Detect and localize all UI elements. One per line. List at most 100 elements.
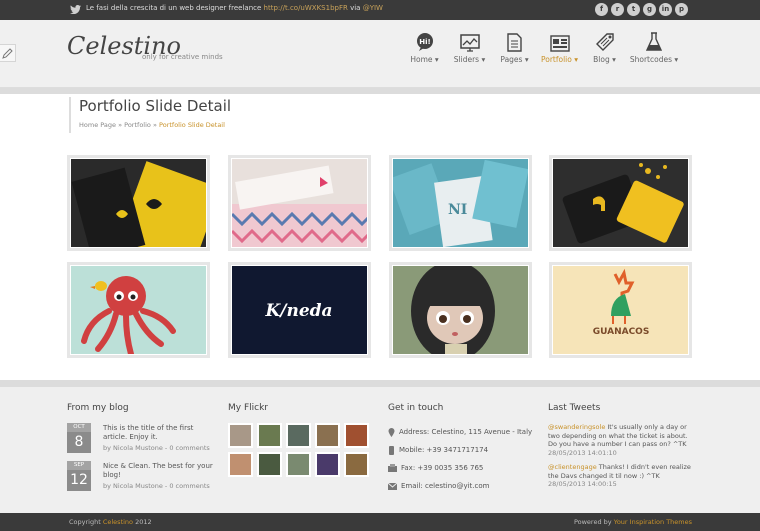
header: Celestino only for creative minds Hi! Ho… [0,20,760,88]
thumbnail-image [71,159,206,247]
footer-blog-title: From my blog [67,403,129,413]
guanacos-logo-text: GUANACOS [593,327,650,337]
tweet-user-link[interactable]: @clientengage [548,463,597,471]
post-date: SEP 12 [67,461,91,491]
footer-flickr-title: My Flickr [228,403,268,413]
footer-tweets: Last Tweets @swanderingsole It's usually… [548,403,693,495]
portfolio-item-doll-girl[interactable] [389,262,532,358]
page-heading: Portfolio Slide Detail Home Page » Portf… [69,97,231,133]
tweet-handle-link[interactable]: @YIW [363,4,383,12]
footer-contact-title: Get in touch [388,403,444,413]
twitter-icon[interactable]: t [627,3,640,16]
pinterest-icon[interactable]: p [675,3,688,16]
portfolio-icon [549,35,570,52]
site-tagline: only for creative minds [142,53,223,61]
post-day: 12 [70,472,88,488]
powered-by-text: Powered by Your Inspiration Themes [573,518,692,526]
contact-fax: Fax: +39 0035 356 765 [388,459,532,477]
top-tweet: Le fasi della crescita di un web designe… [86,4,383,12]
flickr-photo[interactable] [257,423,282,448]
post-title[interactable]: Nice & Clean. The best for your blog! [103,462,213,479]
portfolio-item-guanacos-logo[interactable]: GUANACOS [549,262,692,358]
contact-mobile: Mobile: +39 3471717174 [388,441,532,459]
main-nav: Hi! Home ▾ Sliders ▾ Pages ▾ Portfolio ▾… [402,30,681,86]
google-plus-icon[interactable]: g [643,3,656,16]
thumbnail-image [71,266,206,354]
contact-email: Email: celestino@yit.com [388,477,532,495]
flickr-photo[interactable] [228,423,253,448]
flickr-photo[interactable] [315,452,340,477]
phone-icon [389,445,394,455]
footer-tweets-title: Last Tweets [548,403,601,413]
portfolio-item-kineda-logo[interactable]: K/neda [228,262,371,358]
thumbnail-image [232,159,367,247]
nav-shortcodes[interactable]: Shortcodes ▾ [627,30,681,64]
thumbnail-image: GUANACOS [553,266,688,354]
map-pin-icon [388,427,395,437]
nav-blog[interactable]: Blog ▾ [582,30,627,64]
copyright-brand-link[interactable]: Celestino [103,518,133,526]
portfolio-item-blue-nautical-cards[interactable]: NI [389,155,532,251]
side-panel-toggle[interactable] [0,44,16,62]
post-date: OCT 8 [67,423,91,453]
thumbnail-image [553,159,688,247]
copyright-text: Copyright Celestino 2012 [69,518,152,526]
portfolio-item-pink-pattern-cards[interactable] [228,155,371,251]
flickr-photo[interactable] [286,452,311,477]
post-month: SEP [67,461,91,470]
rss-icon[interactable]: r [611,3,624,16]
flickr-photo[interactable] [315,423,340,448]
nav-blog-label: Blog ▾ [593,55,616,64]
mail-icon [388,482,397,490]
flickr-photo[interactable] [286,423,311,448]
top-bar: Le fasi della crescita di un web designe… [0,0,760,20]
breadcrumb: Home Page » Portfolio » Portfolio Slide … [79,121,231,129]
flask-icon [646,32,662,51]
tweet-user-link[interactable]: @swanderingsole [548,423,605,431]
breadcrumb-portfolio[interactable]: Portfolio [124,121,151,129]
linkedin-icon[interactable]: in [659,3,672,16]
nav-home[interactable]: Hi! Home ▾ [402,30,447,64]
speech-bubble-icon: Hi! [416,33,433,51]
post-month: OCT [67,423,91,432]
facebook-icon[interactable]: f [595,3,608,16]
footer-divider [0,380,760,387]
portfolio-item-black-yellow-cards[interactable] [67,155,210,251]
kineda-logo-text: K/neda [264,301,332,321]
nav-sliders-label: Sliders ▾ [453,55,486,64]
post-meta: by Nicola Mustone - 0 comments [103,444,210,452]
flickr-photo[interactable] [228,452,253,477]
breadcrumb-home[interactable]: Home Page [79,121,116,129]
tweet-item: @clientengage Thanks! I didn't even real… [548,463,693,489]
post-day: 8 [74,434,84,450]
nav-sliders[interactable]: Sliders ▾ [447,30,492,64]
chart-icon [459,34,480,52]
tweet-item: @swanderingsole It's usually only a day … [548,423,693,457]
pencil-icon [2,48,13,59]
breadcrumb-current: Portfolio Slide Detail [159,121,225,129]
flickr-photo[interactable] [344,452,369,477]
breadcrumb-separator: » [152,121,157,129]
copyright-bar: Copyright Celestino 2012 Powered by Your… [0,513,760,531]
thumbnail-image [393,266,528,354]
footer-blog: From my blog OCT 8 This is the title of … [67,403,213,499]
nav-portfolio[interactable]: Portfolio ▾ [537,30,582,86]
document-icon [507,33,522,52]
hi-badge-text: Hi! [419,38,430,46]
tweet-link[interactable]: http://t.co/uWXKS1bpFR [264,4,348,12]
tag-icon [595,33,614,51]
blog-post[interactable]: SEP 12 Nice & Clean. The best for your b… [67,461,213,499]
powered-by-link[interactable]: Your Inspiration Themes [614,518,692,526]
footer: From my blog OCT 8 This is the title of … [0,387,760,513]
portfolio-item-red-octopus[interactable] [67,262,210,358]
nav-pages[interactable]: Pages ▾ [492,30,537,64]
social-icons: f r t g in p [595,3,688,16]
post-title[interactable]: This is the title of the first article. … [103,424,193,441]
tweet-via: via [350,4,361,12]
flickr-photo[interactable] [344,423,369,448]
thumbnail-image: NI [393,159,528,247]
blog-post[interactable]: OCT 8 This is the title of the first art… [67,423,210,461]
header-divider [0,88,760,94]
portfolio-item-yellow-black-tag[interactable] [549,155,692,251]
flickr-photo[interactable] [257,452,282,477]
